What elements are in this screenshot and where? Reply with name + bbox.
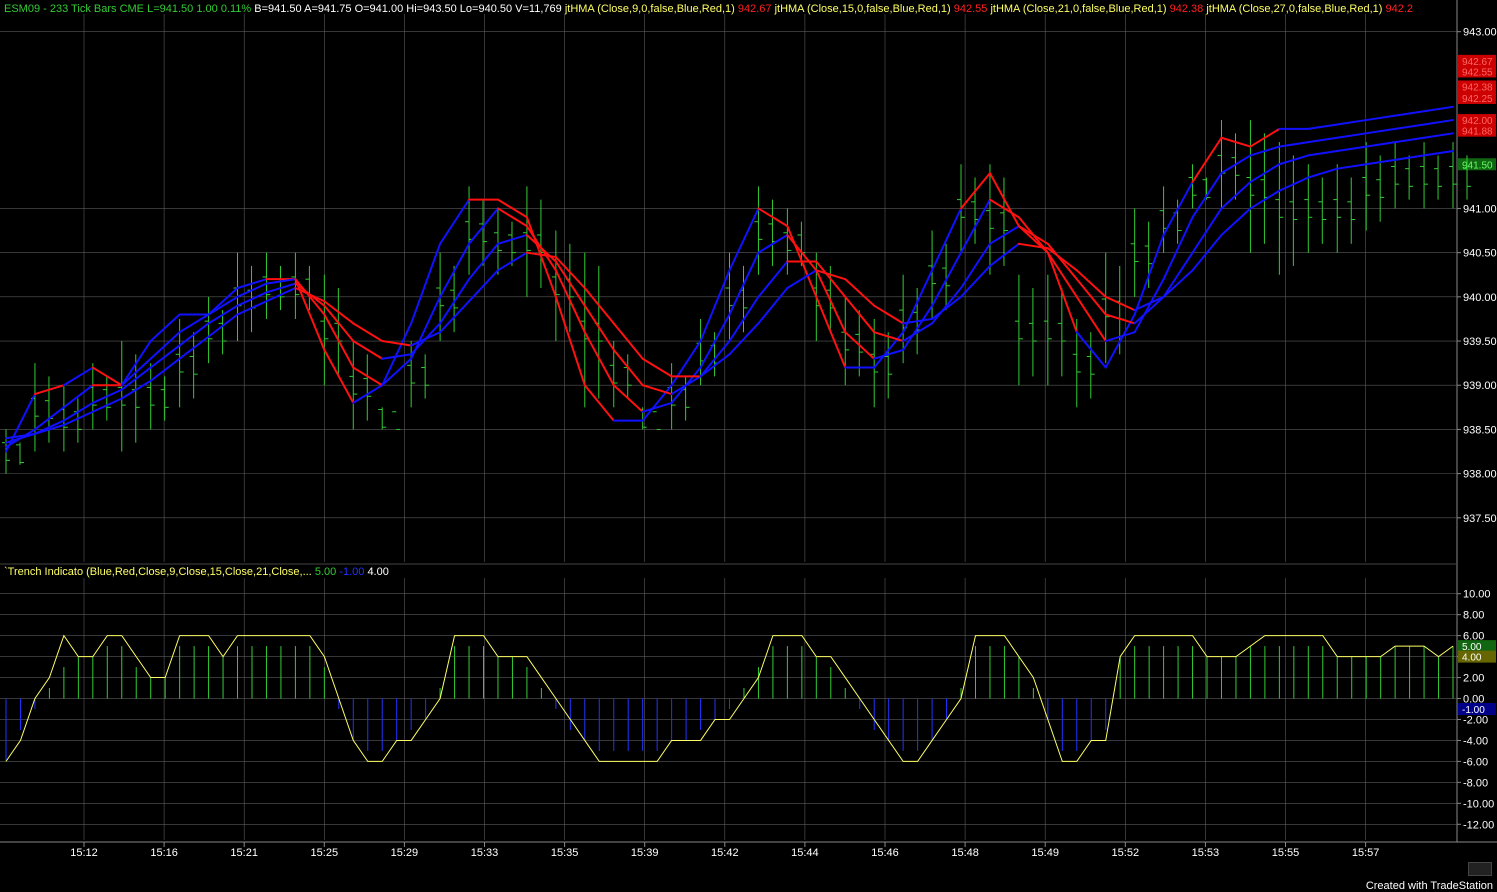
hma-series-1-segment [1336,119,1368,126]
tradestation-chart[interactable]: 15:12 15:16 15:21 15:25 15:29 15:33 15:35 15:39… [0,0,1497,892]
price-value-label: 942.25 [1462,94,1493,105]
price-value-label: 942.38 [1462,82,1493,93]
tradestation-credit: Created with TradeStation [1365,880,1493,892]
time-tick-label: 15:29 [391,847,419,859]
hma-series-3-segment [1365,141,1397,148]
hma-series-1-segment [1307,123,1339,130]
price-value-label: 942.55 [1462,67,1493,78]
time-tick-label: 15:49 [1031,847,1059,859]
time-tick-label: 15:21 [230,847,258,859]
hma-series-1-segment [699,269,731,343]
time-tick-label: 15:42 [711,847,739,859]
horizontal-scrollbar-thumb[interactable] [1468,862,1492,876]
trench-tick-label: -10.00 [1463,798,1494,810]
hma-series-2-segment [1423,119,1454,126]
hma-series-2-segment [1365,127,1397,135]
hma-series-3-segment [757,260,789,298]
hma-series-3-segment [1307,150,1339,157]
time-tick-label: 15:25 [311,847,339,859]
price-tick-label: 940.00 [1463,292,1497,304]
hma-series-4-segment [873,304,905,325]
price-value-label: 941.88 [1462,127,1493,138]
hma-series-1-segment [62,366,94,387]
hma-series-2-segment [1336,132,1368,139]
hma-series-1-segment [1191,136,1223,183]
hma-series-3-segment [1191,207,1223,254]
hma-series-2-segment [1278,141,1310,148]
hma-series-1-segment [410,242,442,325]
hma-series-1-segment [1365,114,1397,122]
hma-series-4-segment [641,357,673,378]
time-tick-label: 15:52 [1112,847,1140,859]
price-tick-label: 938.50 [1463,424,1497,436]
hma-series-4-segment [757,287,789,325]
hma-series-4-segment [1423,150,1454,157]
hma-series-4-segment [1307,167,1339,179]
hma-series-3-segment [1017,225,1049,245]
time-tick-label: 15:57 [1352,847,1380,859]
time-tick-label: 15:46 [871,847,899,859]
time-tick-label: 15:48 [951,847,979,859]
hma-series-3-segment [1423,132,1454,139]
hma-series-4-segment [381,340,413,347]
time-tick-label: 15:35 [551,847,579,859]
time-tick-label: 15:16 [150,847,178,859]
trench-tick-label: -4.00 [1463,735,1488,747]
trench-tick-label: -8.00 [1463,777,1488,789]
trench-tick-label: -6.00 [1463,756,1488,768]
trench-tick-label: -12.00 [1463,819,1494,831]
price-tick-label: 941.00 [1463,203,1497,215]
hma-series-3-segment [149,344,181,369]
time-tick-label: 15:55 [1272,847,1300,859]
time-tick-label: 15:39 [631,847,659,859]
hma-series-2-segment [1307,136,1339,144]
time-tick-label: 15:44 [791,847,819,859]
price-tick-label: 939.50 [1463,336,1497,348]
hma-series-2-segment [1394,123,1426,130]
trench-tick-label: 10.00 [1463,589,1491,601]
hma-series-1-segment [1423,105,1454,113]
price-tick-label: 938.00 [1463,469,1497,481]
time-tick-label: 15:12 [70,847,98,859]
hma-series-3-segment [1336,145,1368,152]
hma-series-1-segment [1394,110,1426,117]
trench-tick-label: 8.00 [1463,610,1484,622]
hma-series-4-segment [1336,163,1368,170]
hma-series-4-segment [1220,207,1252,236]
time-tick-label: 15:33 [471,847,499,859]
trench-value-label: -1.00 [1462,705,1485,716]
trench-value-label: 4.00 [1462,653,1482,664]
price-tick-label: 937.50 [1463,513,1497,525]
hma-series-4-segment [352,322,384,343]
time-tick-label: 15:53 [1192,847,1220,859]
price-tick-label: 943.00 [1463,27,1497,39]
hma-series-2-segment [381,357,413,387]
trench-tick-label: 2.00 [1463,673,1484,685]
trench-tick-label: -2.00 [1463,714,1488,726]
hma-series-2-segment [178,313,210,334]
price-tick-label: 939.00 [1463,380,1497,392]
hma-series-4-segment [410,331,442,347]
price-tick-label: 940.50 [1463,248,1497,260]
hma-series-1-segment [439,198,471,245]
hma-series-3-segment [1394,136,1426,144]
